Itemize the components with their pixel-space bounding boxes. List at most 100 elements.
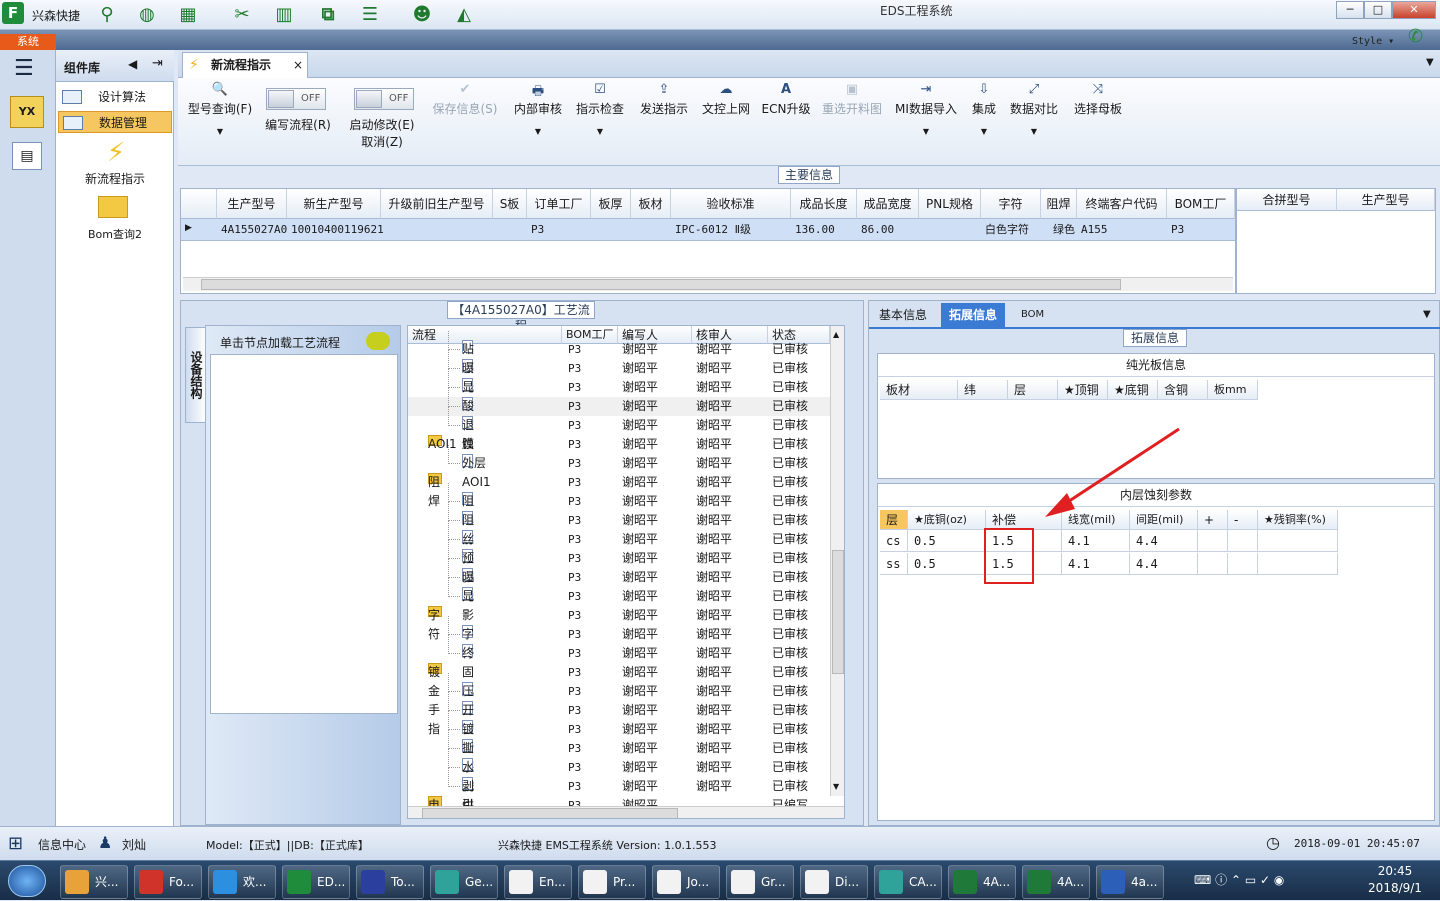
col-header[interactable]: -: [1228, 510, 1258, 530]
cell[interactable]: 86.00: [857, 219, 894, 241]
phone-icon[interactable]: ✆: [1408, 26, 1423, 47]
taskbar-item[interactable]: Di...: [800, 865, 868, 899]
taskbar-item[interactable]: 兴...: [60, 865, 128, 899]
tree-row[interactable]: 显影P3谢昭平谢昭平已审核: [408, 378, 844, 413]
col-header[interactable]: +: [1198, 510, 1228, 530]
cancel-label[interactable]: 取消(Z): [344, 133, 420, 150]
send-instruction-button[interactable]: ⇪ 发送指示: [634, 82, 694, 117]
tree-row[interactable]: −镀金手指P3谢昭平谢昭平已审核: [408, 663, 844, 736]
col-header[interactable]: 层: [1008, 380, 1058, 400]
tree-row[interactable]: 贴膜P3谢昭平谢昭平已审核: [408, 340, 844, 375]
etch-cell[interactable]: [1258, 553, 1338, 575]
tree-row[interactable]: −阻焊P3谢昭平谢昭平已审核: [408, 473, 844, 508]
tree-row[interactable]: 终固化P3谢昭平谢昭平已审核: [408, 644, 844, 698]
col-header[interactable]: S板: [493, 189, 527, 219]
tree-row[interactable]: 显影P3谢昭平谢昭平已审核: [408, 587, 844, 622]
tree-row[interactable]: 剥引线P3谢昭平谢昭平已审核: [408, 777, 844, 818]
cell[interactable]: P3: [1167, 219, 1184, 241]
search-icon[interactable]: ⚲: [95, 3, 119, 27]
minimize-button[interactable]: ─: [1336, 1, 1364, 19]
tool-new-process[interactable]: 新流程指示: [56, 170, 174, 187]
tray-icons[interactable]: ⌨ ⓘ ⌃ ▭ ✓ ◉: [1194, 871, 1284, 888]
taskbar-item[interactable]: 4a...: [1096, 865, 1164, 899]
cell[interactable]: 4A155027A0: [217, 219, 287, 241]
tree-row[interactable]: 预烘P3谢昭平谢昭平已审核: [408, 549, 844, 584]
internal-review-button[interactable]: 🖶 内部审核 ▼: [510, 82, 566, 136]
col-header[interactable]: PNL规格: [919, 189, 981, 219]
etch-cell[interactable]: [1258, 530, 1338, 552]
folder-icon[interactable]: [98, 196, 128, 218]
save-info-button[interactable]: ✔ 保存信息(S): [428, 82, 502, 117]
col-header[interactable]: 新生产型号: [287, 189, 381, 219]
chart-icon[interactable]: ◭: [452, 3, 476, 27]
col-header[interactable]: 板厚: [591, 189, 631, 219]
close-button[interactable]: ✕: [1392, 1, 1436, 19]
etch-cell[interactable]: 4.4: [1130, 530, 1198, 552]
taskbar-item[interactable]: To...: [356, 865, 424, 899]
taskbar-item[interactable]: Gr...: [726, 865, 794, 899]
collapse-left-icon[interactable]: ◀: [128, 57, 137, 71]
windows-grid-icon[interactable]: ⊞: [8, 833, 23, 854]
ecn-upgrade-button[interactable]: A ECN升级: [760, 82, 812, 117]
tree-row[interactable]: 退膜 P3 谢昭平 谢昭平 已审核: [408, 416, 844, 451]
etch-cell[interactable]: [1228, 530, 1258, 552]
tree-row[interactable]: −AOI1P3谢昭平谢昭平已审核: [408, 435, 844, 454]
tree-row[interactable]: 水洗烘干P3谢昭平谢昭平已审核: [408, 758, 844, 818]
cell[interactable]: IPC-6012 Ⅱ级: [671, 219, 751, 241]
taskbar-item[interactable]: Jo...: [652, 865, 720, 899]
yx-module-icon[interactable]: YX: [10, 96, 44, 128]
panel-item-data[interactable]: 数据管理: [58, 111, 172, 133]
globe-icon[interactable]: ◍: [135, 3, 159, 27]
col-header[interactable]: 含铜: [1158, 380, 1208, 400]
etch-cell[interactable]: 0.5: [908, 530, 986, 552]
equipment-structure-tab[interactable]: 设备结构: [185, 327, 207, 423]
write-process-toggle[interactable]: OFF: [266, 88, 326, 110]
col-header[interactable]: 纬: [958, 380, 1008, 400]
tree-row[interactable]: 压蓝胶P3谢昭平谢昭平已审核: [408, 682, 844, 736]
start-edit-toggle[interactable]: OFF: [354, 88, 414, 110]
col-header[interactable]: 生产型号: [1337, 189, 1435, 211]
col-header[interactable]: 字符: [981, 189, 1041, 219]
tab-extended-info[interactable]: 拓展信息: [941, 303, 1006, 327]
cell[interactable]: A155: [1077, 219, 1108, 241]
scissors-icon[interactable]: ✂: [230, 3, 254, 27]
tree-row[interactable]: 外层AOI1 P3 谢昭平 谢昭平 已审核: [408, 454, 844, 489]
col-header[interactable]: 成品宽度: [857, 189, 919, 219]
tree-row[interactable]: 镀金手指P3谢昭平谢昭平已审核: [408, 720, 844, 793]
doc-control-online-button[interactable]: ☁ 文控上网: [698, 82, 754, 117]
col-header[interactable]: ★底铜: [1108, 380, 1158, 400]
system-tab[interactable]: 系统: [0, 34, 56, 50]
process-load-area[interactable]: [210, 354, 398, 714]
etch-cell[interactable]: 4.1: [1062, 553, 1130, 575]
cell[interactable]: P3: [527, 219, 544, 241]
tab-basic-info[interactable]: 基本信息: [871, 303, 935, 327]
taskbar-item[interactable]: 4A...: [948, 865, 1016, 899]
etch-cell[interactable]: 4.4: [1130, 553, 1198, 575]
vertical-scrollbar[interactable]: ▲ ▼: [830, 326, 844, 796]
reselect-cutting-button[interactable]: ▣ 重选开料图: [818, 82, 886, 117]
col-header[interactable]: 生产型号: [217, 189, 287, 219]
close-tab-icon[interactable]: ×: [293, 53, 303, 77]
etch-cell[interactable]: 0.5: [908, 553, 986, 575]
taskbar-item[interactable]: 4A...: [1022, 865, 1090, 899]
etch-cell[interactable]: [1198, 553, 1228, 575]
scrollbar-thumb[interactable]: [201, 279, 1121, 290]
model-query-button[interactable]: 🔍 型号查询(F) ▼: [184, 82, 256, 136]
panel-item-design[interactable]: 设计算法: [58, 86, 172, 108]
tool-bom-query[interactable]: Bom查询2: [56, 226, 174, 242]
tab-bom[interactable]: BOM: [1013, 303, 1052, 327]
grid-icon[interactable]: ▦: [176, 3, 200, 27]
tree-row[interactable]: 阻焊前处理P3谢昭平谢昭平已审核: [408, 492, 844, 584]
stack-icon[interactable]: ⧉: [316, 3, 340, 27]
chevron-down-icon[interactable]: ▼: [1423, 309, 1431, 320]
pin-icon[interactable]: ⇥: [152, 56, 163, 71]
cell[interactable]: 白色字符: [981, 219, 1029, 241]
start-button[interactable]: [8, 865, 46, 897]
select-mother-board-button[interactable]: ⤨ 选择母板: [1068, 82, 1128, 117]
col-header[interactable]: 层: [880, 510, 908, 530]
integrate-button[interactable]: ⇩ 集成 ▼: [966, 82, 1002, 136]
film-icon[interactable]: ▥: [272, 3, 296, 27]
col-header[interactable]: 验收标准: [671, 189, 791, 219]
user-icon[interactable]: ☻: [410, 3, 434, 27]
mi-import-button[interactable]: ⇥ MI数据导入 ▼: [892, 82, 960, 136]
